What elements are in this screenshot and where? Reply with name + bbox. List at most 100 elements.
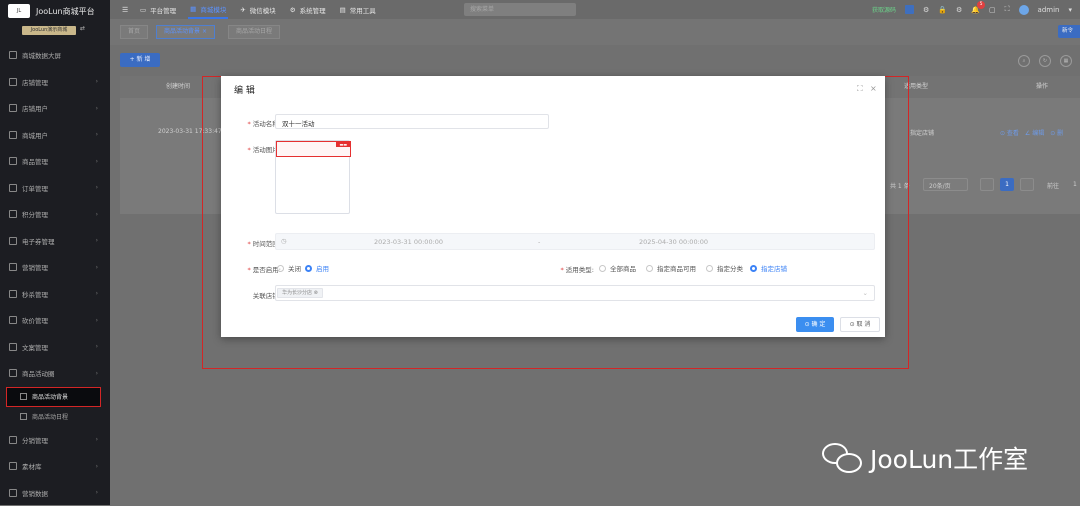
prev-page-button[interactable]	[980, 178, 994, 191]
row-actions[interactable]: ⊙ 查看 ∠ 编辑 ⊙ 删	[1000, 128, 1063, 137]
time-start[interactable]: 2023-03-31 00:00:00	[374, 238, 443, 246]
image-upload[interactable]: ▬▬	[275, 140, 350, 214]
enable-on-radio[interactable]: 启用	[305, 263, 329, 273]
username[interactable]: admin	[1038, 6, 1060, 14]
sidebar-item[interactable]: 素材库›	[0, 453, 110, 480]
menu-icon	[9, 436, 17, 444]
new-button[interactable]: 新令	[1058, 25, 1080, 38]
dialog-title: 编 辑	[234, 83, 255, 96]
activity-name-input[interactable]: 双十一活动	[275, 114, 549, 129]
sidebar-item[interactable]: 秒杀管理 ›	[0, 281, 110, 308]
store-tag[interactable]: 华为长沙分店 ⊗	[277, 288, 323, 298]
scope-label: *适用类型:	[539, 264, 594, 274]
menu-toggle-icon[interactable]: ☰	[122, 6, 130, 14]
layout-icon[interactable]	[905, 5, 914, 14]
edit-dialog: 编 辑 ⛶ × *活动名称: 双十一活动 *活动图片: ▬▬ *时间范围: ◷ …	[221, 76, 885, 337]
top-nav-item[interactable]: ▭平台管理	[138, 0, 178, 19]
notification-icon[interactable]: 🔔5	[971, 6, 980, 14]
top-nav-item[interactable]: ✈微信模块	[238, 0, 277, 19]
close-icon[interactable]: ×	[202, 28, 207, 35]
menu-icon	[9, 290, 17, 298]
uploaded-image[interactable]: ▬▬	[276, 141, 351, 157]
sidebar-item[interactable]: 电子券管理›	[0, 228, 110, 255]
name-label: *活动名称:	[229, 118, 281, 128]
sidebar-item[interactable]: 营销管理›	[0, 254, 110, 281]
chevron-icon: ›	[96, 290, 98, 297]
confirm-button[interactable]: ⊙ 确 定	[796, 317, 834, 332]
book-icon[interactable]: ▢	[989, 6, 996, 14]
search-toggle-icon[interactable]: ⌕	[1018, 55, 1030, 67]
scope-store-radio[interactable]: 指定店铺	[750, 263, 787, 273]
maximize-icon[interactable]: ⛶	[857, 84, 863, 94]
menu-icon	[9, 462, 17, 470]
scope-goods-radio[interactable]: 指定商品可用	[646, 263, 696, 273]
time-end[interactable]: 2025-04-30 00:00:00	[639, 238, 708, 246]
scope-category-radio[interactable]: 指定分类	[706, 263, 743, 273]
sidebar-item[interactable]: 积分管理›	[0, 201, 110, 228]
sidebar-subitem[interactable]: 商品活动日程	[0, 407, 110, 427]
top-nav-item[interactable]: ▤ 常用工具	[338, 0, 378, 19]
col-created[interactable]: 创建时间	[166, 76, 190, 98]
time-range-picker[interactable]: ◷ 2023-03-31 00:00:00 - 2025-04-30 00:00…	[275, 233, 875, 250]
sidebar-item-label: 订单管理	[22, 183, 48, 193]
close-icon[interactable]: ×	[870, 84, 877, 93]
chevron-icon: ›	[96, 343, 98, 350]
sidebar-item[interactable]: 店铺用户›	[0, 95, 110, 122]
top-nav-item[interactable]: ▦商城模块	[188, 0, 228, 19]
columns-icon[interactable]: ▦	[1060, 55, 1072, 67]
top-nav-label: 系统管理	[300, 5, 326, 15]
enable-off-radio[interactable]: 关闭	[277, 263, 301, 273]
menu-icon	[9, 51, 17, 59]
sidebar-subitem[interactable]: 商品活动背景	[6, 387, 101, 407]
sidebar-item[interactable]: 店铺管理›	[0, 69, 110, 96]
sidebar-item[interactable]: 分销管理›	[0, 427, 110, 454]
settings-icon[interactable]: ⚙	[956, 6, 962, 14]
store-select[interactable]: ⌄	[275, 285, 875, 301]
sidebar-item[interactable]: 订单管理›	[0, 175, 110, 202]
sidebar-item-label: 商品管理	[22, 156, 48, 166]
sidebar-item-label: 秒杀管理	[22, 289, 48, 299]
menu-search-input[interactable]: 搜索菜单	[464, 3, 576, 16]
sidebar-item[interactable]: 砍价管理›	[0, 307, 110, 334]
wechat-icon	[822, 443, 862, 473]
switch-icon[interactable]: ⇄	[80, 25, 85, 32]
tab-activity-schedule[interactable]: 商品活动日程	[228, 25, 280, 39]
sidebar-menu: 商城数据大屏店铺管理›店铺用户›商城用户›商品管理›订单管理›积分管理›电子券管…	[0, 42, 110, 506]
chevron-down-icon[interactable]: ▾	[1068, 6, 1072, 14]
add-button[interactable]: + 新 增	[120, 53, 160, 67]
menu-icon	[9, 157, 17, 165]
top-nav-label: 常用工具	[350, 5, 376, 15]
sidebar-subitem-label: 商品活动日程	[32, 412, 68, 421]
sidebar-item[interactable]: 商品活动圈›	[0, 360, 110, 387]
tab-home[interactable]: 首页	[120, 25, 148, 39]
fullscreen-icon[interactable]: ⛶	[1005, 5, 1010, 14]
top-nav-item[interactable]: ⚙系统管理	[288, 0, 328, 19]
get-source-link[interactable]: 获取源码	[872, 5, 896, 14]
avatar[interactable]	[1019, 5, 1029, 15]
sidebar-item-label: 积分管理	[22, 209, 48, 219]
sidebar-item[interactable]: 营销数据›	[0, 480, 110, 506]
sidebar-item[interactable]: 商城数据大屏	[0, 42, 110, 69]
nav-icon: ▤	[340, 6, 346, 14]
top-right-tools: 获取源码 ⚙ 🔒 ⚙ 🔔5 ▢ ⛶ admin ▾	[872, 0, 1072, 19]
refresh-icon[interactable]: ↻	[1039, 55, 1051, 67]
lock-icon[interactable]: 🔒	[938, 6, 947, 14]
sidebar-item[interactable]: 商品管理›	[0, 148, 110, 175]
shop-switcher[interactable]: JooLun演示商城	[22, 26, 76, 35]
bug-icon[interactable]: ⚙	[923, 6, 929, 14]
sidebar-item[interactable]: 文案管理›	[0, 334, 110, 361]
logo: JL JooLun商城平台	[8, 4, 95, 18]
menu-icon	[9, 316, 17, 324]
sidebar-item-label: 营销数据	[22, 488, 48, 498]
tab-activity-bg[interactable]: 商品活动背景 ×	[156, 25, 215, 39]
next-page-button[interactable]	[1020, 178, 1034, 191]
menu-icon	[9, 184, 17, 192]
pager-goto-input[interactable]: 1	[1073, 181, 1077, 188]
page-number[interactable]: 1	[1000, 178, 1014, 191]
menu-icon	[9, 237, 17, 245]
menu-icon	[9, 104, 17, 112]
page-size-select[interactable]: 20条/页	[923, 178, 968, 191]
scope-all-radio[interactable]: 全部商品	[599, 263, 636, 273]
sidebar-item[interactable]: 商城用户›	[0, 122, 110, 149]
cancel-button[interactable]: ⊙ 取 消	[840, 317, 880, 332]
